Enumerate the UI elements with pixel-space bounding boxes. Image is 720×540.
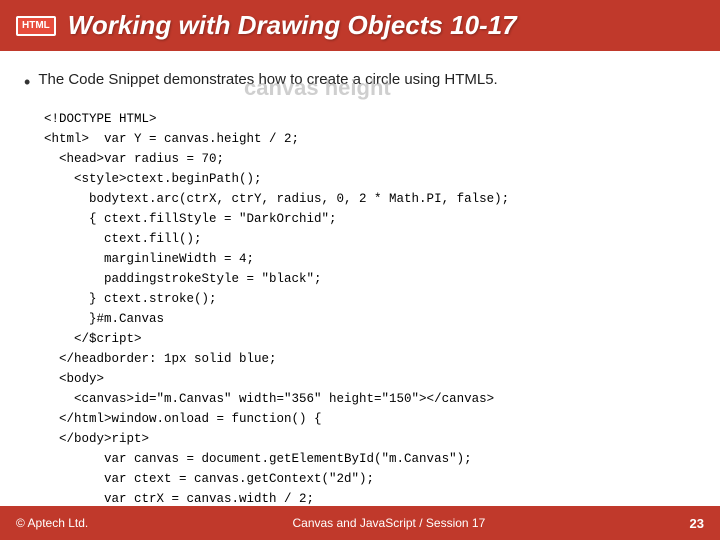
code-line-18: var canvas = document.getElementById("m.… (44, 449, 696, 469)
footer-page-number: 23 (690, 516, 704, 531)
code-line-1: <!DOCTYPE HTML> (44, 109, 696, 129)
code-line-5: bodytext.arc(ctrX, ctrY, radius, 0, 2 * … (44, 189, 696, 209)
code-line-16: </html>window.onload = function() { (44, 409, 696, 429)
header-bar: HTML Working with Drawing Objects 10-17 (0, 0, 720, 51)
code-line-17: </body>ript> (44, 429, 696, 449)
code-line-15: <canvas>id="m.Canvas" width="356" height… (44, 389, 696, 409)
intro-text: The Code Snippet demonstrates how to cre… (38, 69, 497, 92)
footer-bar: © Aptech Ltd. Canvas and JavaScript / Se… (0, 506, 720, 540)
code-line-11: }#m.Canvas (44, 309, 696, 329)
code-block: <!DOCTYPE HTML> <html> var Y = canvas.he… (24, 109, 696, 509)
code-line-10: } ctext.stroke(); (44, 289, 696, 309)
code-line-6: { ctext.fillStyle = "DarkOrchid"; (44, 209, 696, 229)
footer-copyright: © Aptech Ltd. (16, 516, 88, 530)
code-line-13: </headborder: 1px solid blue; (44, 349, 696, 369)
code-line-9: paddingstrokeStyle = "black"; (44, 269, 696, 289)
html5-badge: HTML (16, 16, 56, 36)
footer-session: Canvas and JavaScript / Session 17 (292, 516, 485, 530)
intro-bullet: • The Code Snippet demonstrates how to c… (24, 69, 696, 95)
code-line-3: <head>var radius = 70; (44, 149, 696, 169)
bullet-icon: • (24, 70, 30, 95)
code-line-19: var ctext = canvas.getContext("2d"); (44, 469, 696, 489)
code-line-2: <html> var Y = canvas.height / 2; (44, 129, 696, 149)
main-content: • The Code Snippet demonstrates how to c… (0, 51, 720, 519)
code-line-14: <body> (44, 369, 696, 389)
code-line-12: </$cript> (44, 329, 696, 349)
page-title: Working with Drawing Objects 10-17 (68, 10, 517, 41)
code-line-7: ctext.fill(); (44, 229, 696, 249)
code-line-4: <style>ctext.beginPath(); (44, 169, 696, 189)
code-line-8: marginlineWidth = 4; (44, 249, 696, 269)
